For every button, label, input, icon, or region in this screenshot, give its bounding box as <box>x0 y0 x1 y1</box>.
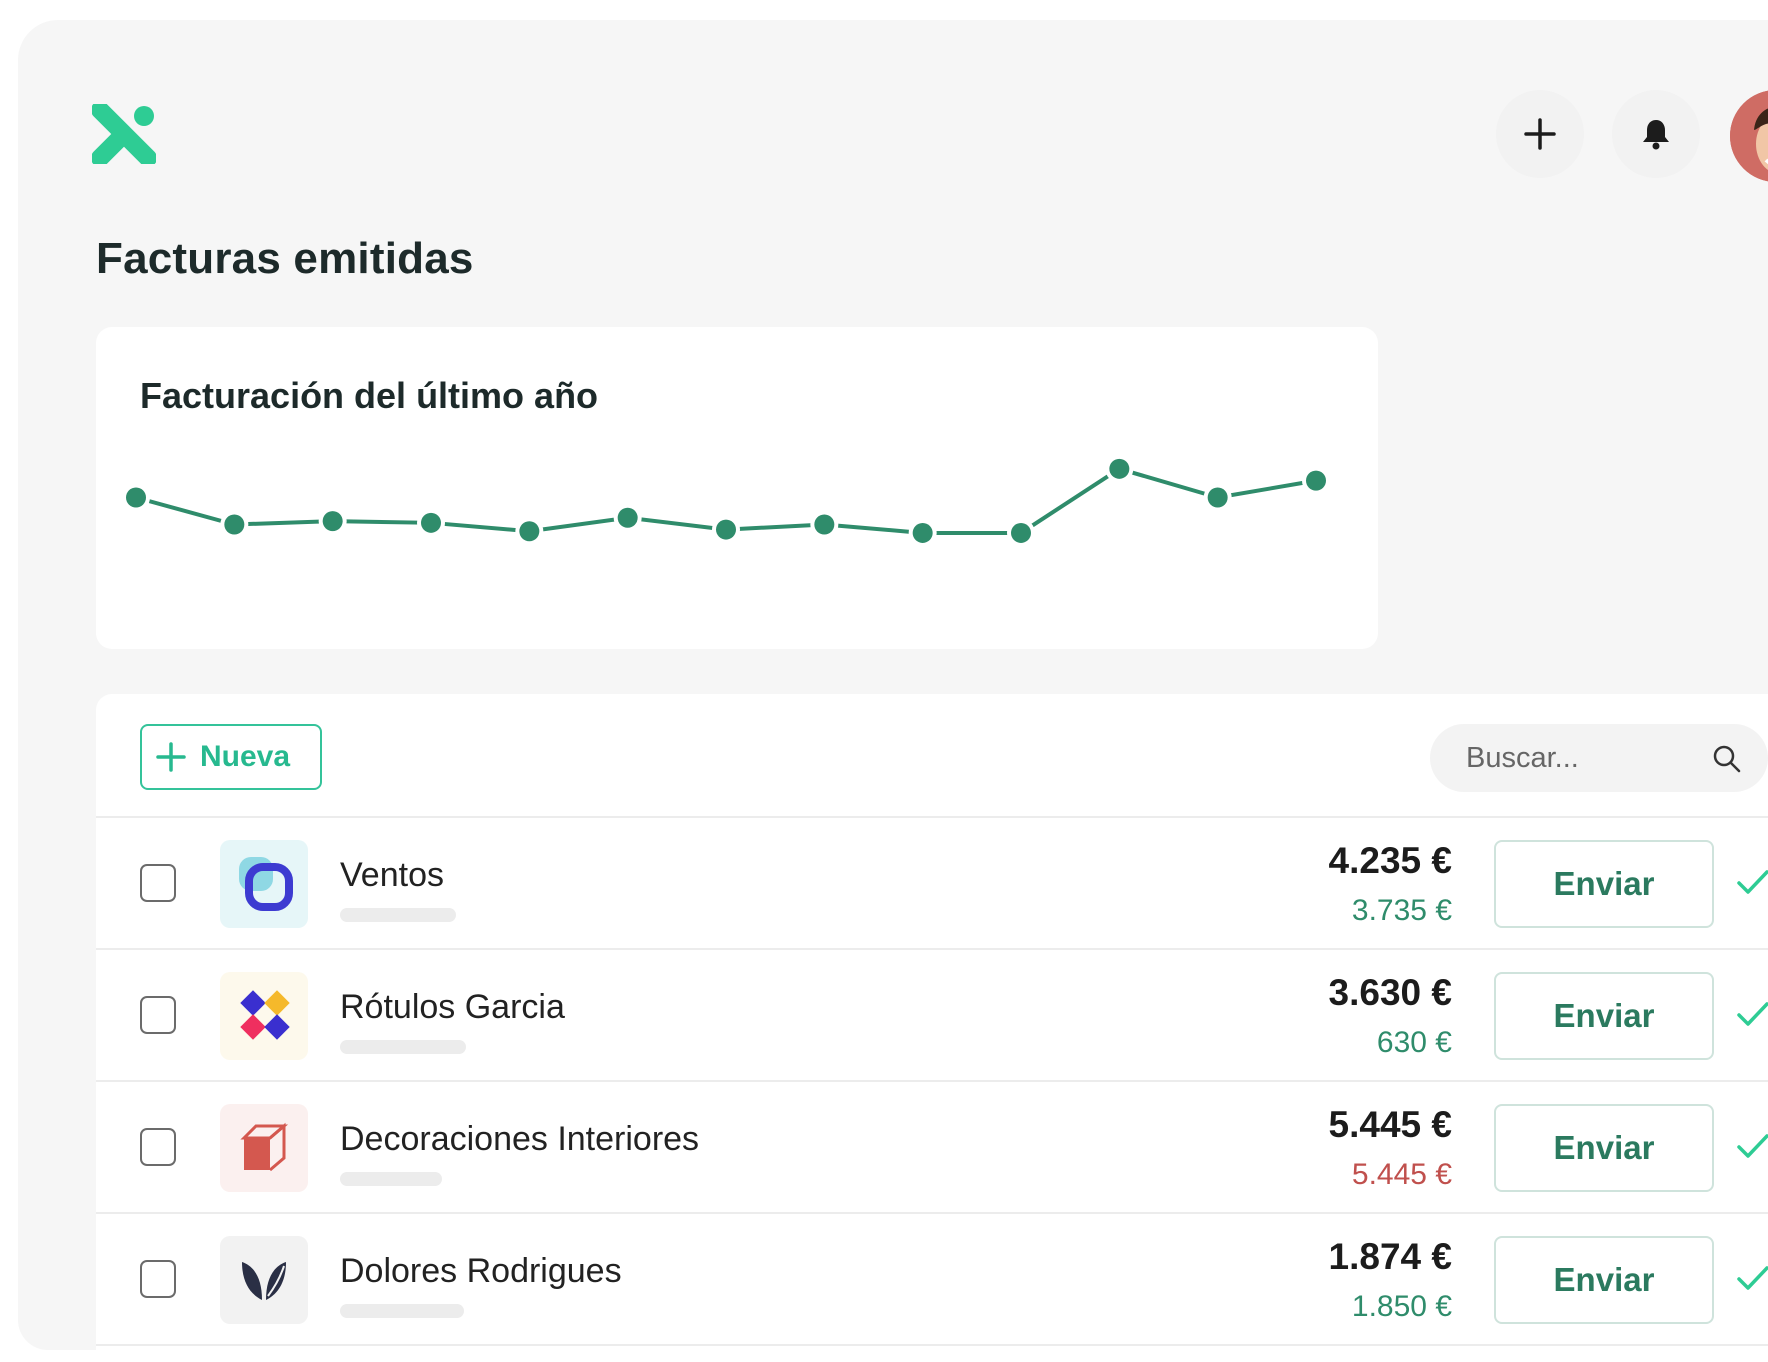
ventos-logo <box>220 840 308 928</box>
company-name: Rótulos Garcia <box>340 988 565 1026</box>
invoice-sub-amount: 1.850 € <box>1351 1290 1452 1323</box>
chart-data-point[interactable] <box>224 514 245 535</box>
app-window: Facturas emitidas Facturación del último… <box>18 20 1768 1362</box>
page-title: Facturas emitidas <box>96 234 474 283</box>
invoice-list-card: Nueva Ventos 4.235 € 3.735 € Enviar <box>96 694 1768 1362</box>
new-invoice-label: Nueva <box>200 740 291 773</box>
chart-data-point[interactable] <box>1207 487 1228 508</box>
row-checkbox[interactable] <box>140 1128 176 1166</box>
chart-data-point[interactable] <box>322 511 343 532</box>
check-icon <box>1737 870 1768 894</box>
invoice-row[interactable]: Decoraciones Interiores 5.445 € 5.445 € … <box>96 1080 1768 1212</box>
row-divider <box>96 1344 1768 1346</box>
new-invoice-button[interactable]: Nueva <box>140 724 322 790</box>
placeholder-bar <box>340 1040 466 1054</box>
search-icon[interactable] <box>1712 744 1742 774</box>
check-icon <box>1737 1266 1768 1290</box>
row-checkbox[interactable] <box>140 1260 176 1298</box>
placeholder-bar <box>340 1172 442 1186</box>
invoice-sub-amount: 3.735 € <box>1351 894 1452 927</box>
invoice-amount: 3.630 € <box>1328 972 1452 1013</box>
company-name: Decoraciones Interiores <box>340 1120 700 1158</box>
dolores-logo <box>220 1236 308 1324</box>
send-button[interactable]: Enviar <box>1494 972 1714 1060</box>
invoice-row[interactable]: Dolores Rodrigues 1.874 € 1.850 € Enviar <box>96 1212 1768 1344</box>
send-button[interactable]: Enviar <box>1494 1104 1714 1192</box>
chart-data-point[interactable] <box>716 519 736 540</box>
chart-data-point[interactable] <box>519 521 540 542</box>
revenue-line-chart <box>122 454 1330 547</box>
row-checkbox[interactable] <box>140 996 176 1034</box>
bell-icon <box>1643 120 1669 150</box>
chart-data-point[interactable] <box>1011 522 1031 543</box>
x-logo-icon[interactable] <box>91 101 157 167</box>
check-icon <box>1737 1002 1768 1026</box>
company-name: Dolores Rodrigues <box>340 1252 622 1290</box>
notifications-button[interactable] <box>1612 90 1700 178</box>
plus-icon <box>156 742 186 772</box>
invoice-amount: 5.445 € <box>1328 1104 1452 1145</box>
invoice-row[interactable]: Ventos 4.235 € 3.735 € Enviar <box>96 816 1768 948</box>
send-button[interactable]: Enviar <box>1494 840 1714 928</box>
invoice-sub-amount: 5.445 € <box>1351 1158 1452 1191</box>
chart-data-point[interactable] <box>1109 458 1130 479</box>
plus-icon <box>1524 118 1556 150</box>
decoraciones-logo <box>220 1104 308 1192</box>
invoice-row[interactable]: Rótulos Garcia 3.630 € 630 € Enviar <box>96 948 1768 1080</box>
company-name: Ventos <box>340 856 444 894</box>
search-box[interactable] <box>1430 724 1768 792</box>
placeholder-bar <box>340 908 456 922</box>
invoice-amount: 4.235 € <box>1328 840 1452 881</box>
invoice-sub-amount: 630 € <box>1376 1026 1452 1059</box>
chart-data-point[interactable] <box>126 487 146 508</box>
chart-data-point[interactable] <box>617 507 638 528</box>
add-button[interactable] <box>1496 90 1584 178</box>
check-icon <box>1737 1134 1768 1158</box>
chart-data-point[interactable] <box>1306 470 1326 491</box>
chart-data-point[interactable] <box>421 512 441 533</box>
chart-data-point[interactable] <box>814 514 835 535</box>
row-checkbox[interactable] <box>140 864 176 902</box>
invoice-amount: 1.874 € <box>1328 1236 1452 1277</box>
chart-data-point[interactable] <box>912 522 933 543</box>
search-input[interactable] <box>1466 741 1706 775</box>
send-button[interactable]: Enviar <box>1494 1236 1714 1324</box>
placeholder-bar <box>340 1304 464 1318</box>
user-avatar[interactable] <box>1730 90 1768 182</box>
rotulos-logo <box>220 972 308 1060</box>
revenue-chart-card: Facturación del último año <box>96 327 1378 649</box>
